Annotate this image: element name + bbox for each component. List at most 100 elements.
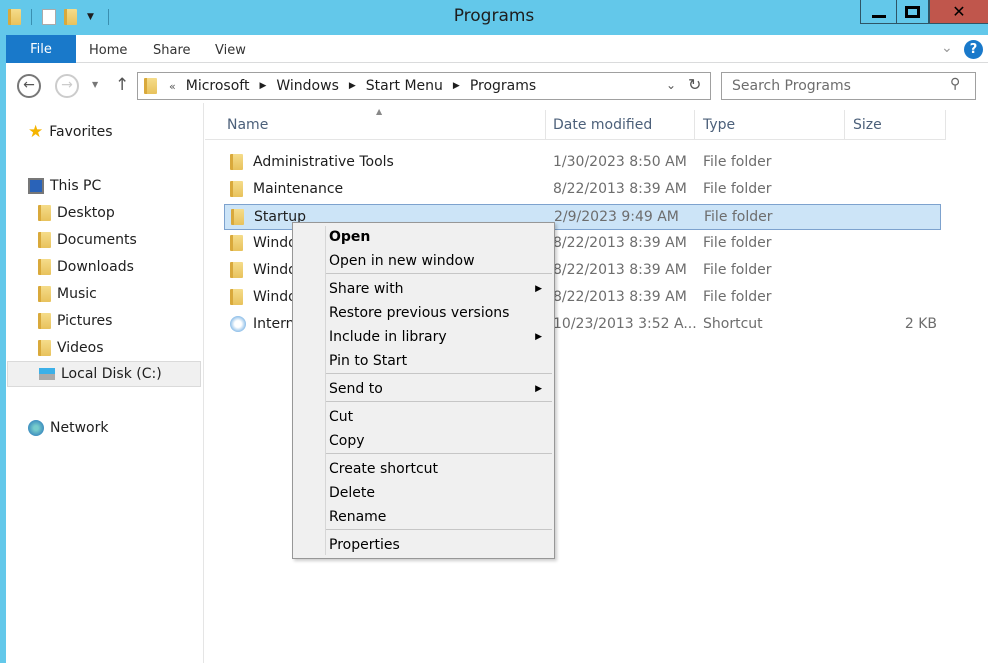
submenu-arrow-icon: ▶	[535, 384, 542, 394]
nav-favorites[interactable]: ★ Favorites	[28, 119, 222, 145]
expand-ribbon-icon[interactable]: ⌄	[941, 40, 953, 56]
file-row[interactable]: Administrative Tools 1/30/2023 8:50 AM Fil…	[224, 150, 941, 176]
nav-this-pc[interactable]: This PC	[28, 173, 222, 199]
nav-downloads[interactable]: Downloads	[38, 254, 232, 280]
menu-item-label: Open	[329, 229, 371, 245]
network-icon	[28, 420, 44, 436]
nav-pictures[interactable]: Pictures	[38, 308, 232, 334]
menu-item-cut[interactable]: Cut	[295, 406, 552, 428]
menu-item-include-in-library[interactable]: Include in library ▶	[295, 326, 552, 348]
tab-view[interactable]: View	[215, 43, 246, 58]
nav-label: This PC	[50, 178, 102, 194]
overflow-chevron[interactable]: «	[169, 80, 176, 93]
context-menu: Open Open in new window Share with ▶ Restore…	[292, 222, 555, 559]
menu-item-send-to[interactable]: Send to ▶	[295, 378, 552, 400]
column-date-modified[interactable]: Date modified	[545, 110, 695, 140]
menu-item-open[interactable]: Open	[295, 226, 552, 248]
nav-label: Local Disk (C:)	[61, 366, 162, 382]
folder-icon	[230, 289, 243, 305]
menu-item-copy[interactable]: Copy	[295, 430, 552, 452]
menu-item-label: Delete	[329, 485, 375, 501]
menu-item-pin-to-start[interactable]: Pin to Start	[295, 350, 552, 372]
menu-item-label: Pin to Start	[329, 353, 408, 369]
refresh-icon[interactable]: ↻	[688, 75, 701, 94]
close-icon: ✕	[952, 2, 966, 21]
menu-item-label: Rename	[329, 509, 387, 525]
column-name[interactable]: Name	[219, 110, 546, 140]
chevron-right-icon[interactable]: ▶	[349, 81, 356, 91]
file-type: File folder	[703, 289, 772, 305]
up-button[interactable]: ↑	[115, 75, 129, 95]
file-name: Windo	[253, 262, 297, 278]
menu-item-rename[interactable]: Rename	[295, 506, 552, 528]
file-type: File folder	[703, 181, 772, 197]
search-icon: ⚲	[950, 76, 961, 92]
nav-documents[interactable]: Documents	[38, 227, 232, 253]
drive-icon	[39, 368, 55, 380]
address-bar[interactable]: « Microsoft ▶ Windows ▶ Start Menu ▶ Progra…	[137, 72, 711, 100]
tab-share[interactable]: Share	[153, 43, 191, 58]
forward-button[interactable]: →	[55, 74, 79, 98]
star-icon: ★	[28, 122, 44, 142]
column-type[interactable]: Type	[695, 110, 845, 140]
menu-item-properties[interactable]: Properties	[295, 534, 552, 556]
file-date: 10/23/2013 3:52 A...	[553, 316, 697, 332]
tab-home[interactable]: Home	[89, 43, 127, 58]
nav-local-disk[interactable]: Local Disk (C:)	[7, 361, 201, 387]
videos-folder-icon	[38, 340, 51, 356]
column-size[interactable]: Size	[845, 110, 946, 140]
file-name: Maintenance	[253, 181, 344, 197]
menu-item-delete[interactable]: Delete	[295, 482, 552, 504]
breadcrumb-programs[interactable]: Programs	[470, 78, 536, 94]
close-button[interactable]: ✕	[929, 0, 988, 24]
file-date: 8/22/2013 8:39 AM	[553, 289, 687, 305]
breadcrumb-start-menu[interactable]: Start Menu	[366, 78, 443, 94]
folder-icon	[230, 154, 243, 170]
menu-separator	[326, 453, 552, 454]
minimize-button[interactable]	[860, 0, 897, 24]
nav-label: Favorites	[49, 124, 113, 140]
menu-separator	[326, 401, 552, 402]
minimize-icon	[871, 15, 886, 18]
help-icon[interactable]: ?	[964, 40, 983, 59]
folder-icon	[144, 78, 157, 94]
nav-label: Music	[57, 286, 97, 302]
tab-file[interactable]: File	[6, 35, 76, 63]
file-type: File folder	[704, 209, 773, 225]
file-row[interactable]: Maintenance 8/22/2013 8:39 AM File folder	[224, 177, 941, 203]
file-date: 8/22/2013 8:39 AM	[553, 235, 687, 251]
menu-item-label: Properties	[329, 537, 400, 553]
nav-videos[interactable]: Videos	[38, 335, 232, 361]
menu-item-label: Share with	[329, 281, 404, 297]
nav-label: Downloads	[57, 259, 134, 275]
computer-icon	[28, 178, 44, 194]
address-dropdown-icon[interactable]: ⌄	[666, 78, 676, 92]
navigation-pane: ★ Favorites This PC Desktop Documents Dow…	[6, 103, 204, 663]
maximize-button[interactable]	[896, 0, 929, 24]
menu-item-open-in-new-window[interactable]: Open in new window	[295, 250, 552, 272]
submenu-arrow-icon: ▶	[535, 284, 542, 294]
breadcrumb-microsoft[interactable]: Microsoft	[186, 78, 250, 94]
nav-network[interactable]: Network	[28, 415, 222, 441]
menu-item-share-with[interactable]: Share with ▶	[295, 278, 552, 300]
menu-item-restore-previous-versions[interactable]: Restore previous versions	[295, 302, 552, 324]
menu-item-label: Copy	[329, 433, 365, 449]
nav-desktop[interactable]: Desktop	[38, 200, 232, 226]
chevron-right-icon[interactable]: ▶	[453, 81, 460, 91]
chevron-right-icon[interactable]: ▶	[259, 81, 266, 91]
window-title: Programs	[453, 6, 535, 26]
folder-icon	[230, 235, 243, 251]
nav-music[interactable]: Music	[38, 281, 232, 307]
search-input[interactable]: Search Programs	[721, 72, 976, 100]
column-header: ▲ Name Date modified Type Size	[205, 107, 946, 140]
nav-label: Documents	[57, 232, 137, 248]
menu-separator	[326, 373, 552, 374]
breadcrumb-windows[interactable]: Windows	[276, 78, 339, 94]
menu-item-create-shortcut[interactable]: Create shortcut	[295, 458, 552, 480]
recent-locations-icon[interactable]: ▼	[92, 80, 98, 89]
folder-icon	[231, 209, 244, 225]
nav-label: Network	[50, 420, 109, 436]
nav-label: Desktop	[57, 205, 115, 221]
back-button[interactable]: ←	[17, 74, 41, 98]
menu-item-label: Cut	[329, 409, 354, 425]
